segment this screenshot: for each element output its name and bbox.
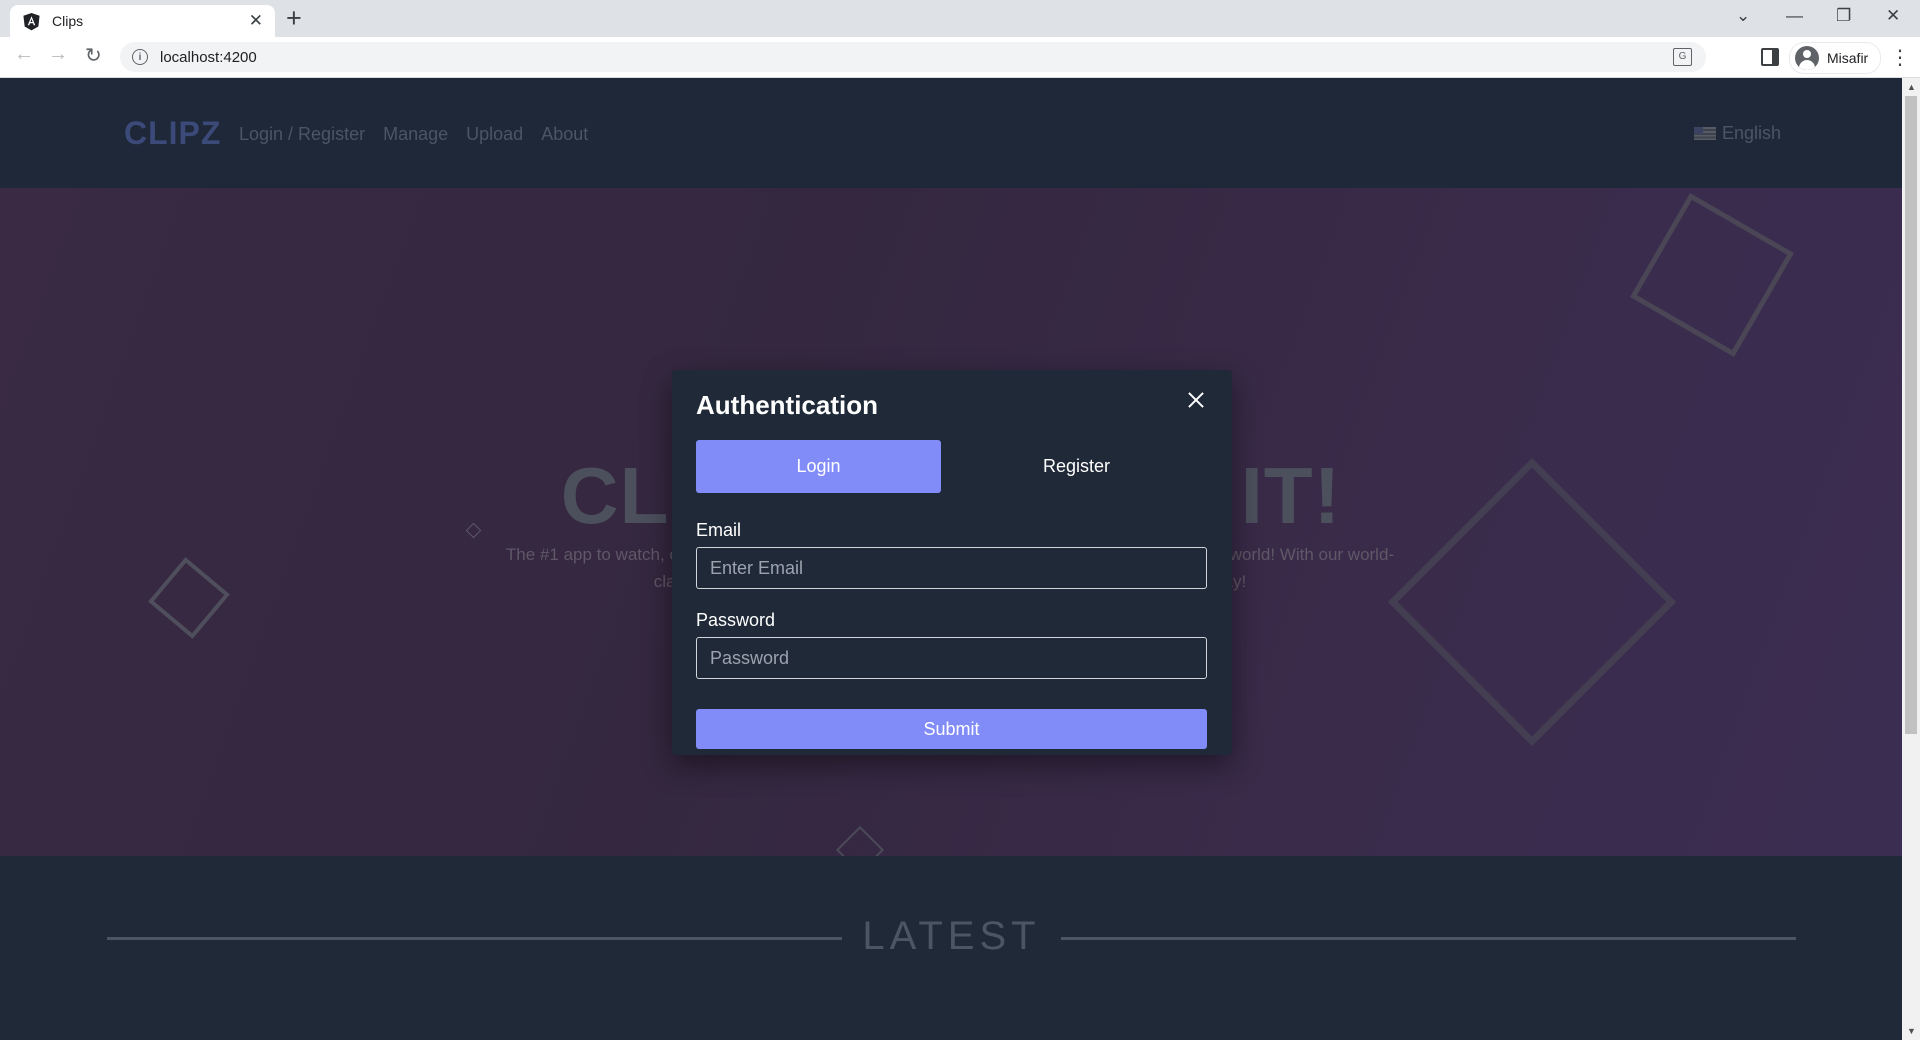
- tab-register[interactable]: Register: [954, 440, 1199, 493]
- page-viewport: CLIPZ Login / Register Manage Upload Abo…: [0, 78, 1902, 1040]
- profile-name: Misafir: [1827, 50, 1869, 66]
- angular-logo-icon: [23, 12, 40, 30]
- minimize-icon[interactable]: —: [1786, 6, 1803, 26]
- tab-login[interactable]: Login: [696, 440, 941, 493]
- browser-tab[interactable]: Clips ✕: [10, 5, 275, 37]
- browser-menu-icon[interactable]: ⋮: [1890, 45, 1910, 70]
- page-scrollbar[interactable]: ▲ ▼: [1902, 78, 1920, 1040]
- browser-tab-strip: Clips ✕ + ⌄ — ❐ ✕: [0, 0, 1920, 37]
- scroll-down-icon[interactable]: ▼: [1907, 1026, 1916, 1036]
- forward-icon[interactable]: →: [48, 43, 68, 66]
- new-tab-icon[interactable]: +: [286, 3, 302, 33]
- profile-button[interactable]: Misafir: [1789, 42, 1882, 74]
- close-window-icon[interactable]: ✕: [1886, 6, 1900, 26]
- email-field[interactable]: [696, 547, 1207, 589]
- email-label: Email: [696, 520, 742, 540]
- browser-toolbar: ← → ↻ i localhost:4200 G Misafir ⋮: [0, 37, 1920, 78]
- modal-title: Authentication: [696, 390, 878, 420]
- close-icon[interactable]: [1186, 390, 1206, 410]
- password-label: Password: [696, 610, 776, 630]
- back-icon[interactable]: ←: [14, 43, 34, 66]
- tab-search-icon[interactable]: ⌄: [1736, 6, 1750, 26]
- submit-button[interactable]: Submit: [696, 709, 1207, 749]
- site-info-icon[interactable]: i: [132, 49, 148, 65]
- password-field[interactable]: [696, 637, 1207, 679]
- address-url[interactable]: localhost:4200: [160, 49, 257, 66]
- browser-tab-title: Clips: [52, 13, 84, 29]
- restore-icon[interactable]: ❐: [1836, 6, 1851, 26]
- translate-icon[interactable]: G: [1673, 48, 1692, 66]
- side-panel-icon[interactable]: [1761, 48, 1779, 66]
- auth-modal: Authentication Login Register Email Pass…: [672, 370, 1232, 755]
- avatar-icon: [1795, 46, 1819, 70]
- reload-icon[interactable]: ↻: [85, 43, 102, 68]
- close-tab-icon[interactable]: ✕: [249, 11, 263, 31]
- address-bar[interactable]: i localhost:4200 G: [120, 42, 1706, 72]
- scroll-up-icon[interactable]: ▲: [1907, 82, 1916, 92]
- scrollbar-thumb[interactable]: [1905, 96, 1917, 734]
